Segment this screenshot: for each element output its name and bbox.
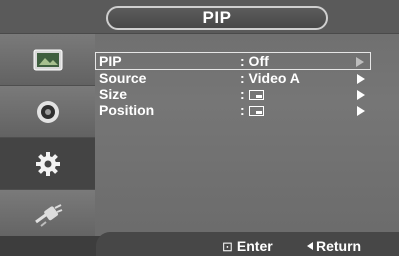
title-bar: PIP bbox=[0, 0, 399, 34]
pip-settings-list: PIP : Off Source : Video A Size : Positi… bbox=[95, 52, 371, 118]
menu-row-pip[interactable]: PIP : Off bbox=[95, 52, 371, 70]
menu-title: PIP bbox=[106, 6, 328, 30]
sound-icon bbox=[36, 100, 59, 123]
sidebar-item-picture[interactable] bbox=[0, 34, 95, 86]
enter-icon: ⊡ bbox=[222, 239, 233, 254]
return-label: Return bbox=[316, 238, 362, 254]
sidebar-item-sound[interactable] bbox=[0, 86, 95, 138]
tv-osd-menu: PIP PIP: Off Source: Video A Size: Po… bbox=[0, 0, 399, 256]
setup-gear-icon bbox=[35, 151, 60, 176]
menu-row-size[interactable]: Size : bbox=[96, 86, 371, 102]
row-value-text: : bbox=[240, 86, 245, 102]
sidebar-item-input[interactable] bbox=[0, 190, 95, 242]
right-arrow-icon bbox=[356, 57, 364, 67]
menu-row-position[interactable]: Position : bbox=[96, 102, 371, 118]
pip-size-icon bbox=[248, 90, 264, 100]
row-value: : Off bbox=[240, 53, 269, 69]
row-value: : bbox=[240, 86, 264, 102]
row-value-text: : bbox=[240, 102, 245, 118]
row-value: : bbox=[240, 102, 264, 118]
row-label: PIP bbox=[99, 53, 122, 69]
return-hint: Return bbox=[307, 237, 361, 255]
row-value: : Video A bbox=[240, 70, 300, 86]
category-sidebar bbox=[0, 34, 95, 242]
pip-position-icon bbox=[248, 106, 264, 116]
right-arrow-icon bbox=[357, 90, 365, 100]
picture-icon bbox=[33, 49, 62, 70]
right-arrow-icon bbox=[357, 74, 365, 84]
row-label: Position bbox=[99, 102, 155, 118]
row-label: Source bbox=[99, 70, 147, 86]
return-arrow-icon bbox=[307, 242, 313, 250]
row-label: Size bbox=[99, 86, 128, 102]
right-arrow-icon bbox=[357, 106, 365, 116]
menu-row-source[interactable]: Source : Video A bbox=[96, 70, 371, 86]
enter-label: Enter bbox=[236, 238, 273, 254]
input-plug-icon bbox=[34, 203, 62, 227]
enter-hint: ⊡ Enter bbox=[222, 237, 273, 256]
sidebar-item-setup[interactable] bbox=[0, 138, 95, 190]
